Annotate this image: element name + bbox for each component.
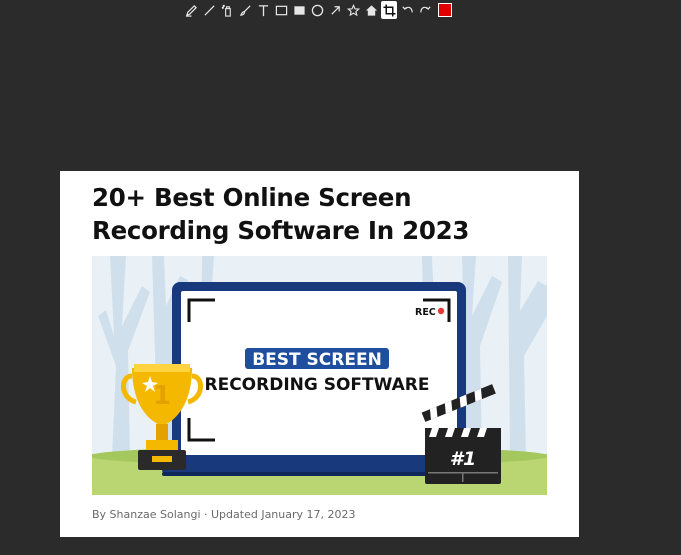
- rectangle-filled-icon: [293, 5, 305, 15]
- circle-tool[interactable]: [309, 1, 325, 19]
- line-icon: [203, 4, 215, 16]
- line-tool[interactable]: [201, 1, 217, 19]
- article-meta: By Shanzae Solangi · Updated January 17,…: [92, 508, 356, 521]
- undo-tool[interactable]: [399, 1, 415, 19]
- clapper-label: #1: [450, 448, 476, 470]
- article-hero-image[interactable]: REC BEST SCREEN RECORDING SOFTWARE 1 #1: [92, 256, 547, 495]
- rectangle-outline-icon: [275, 5, 287, 15]
- text-icon: [258, 4, 268, 16]
- redo-icon: [419, 5, 431, 12]
- home-icon: [365, 4, 377, 16]
- article-title[interactable]: 20+ Best Online Screen Recording Softwar…: [92, 181, 552, 247]
- headline-line2: RECORDING SOFTWARE: [204, 375, 429, 395]
- text-tool[interactable]: [255, 1, 271, 19]
- color-picker-swatch[interactable]: [438, 3, 452, 17]
- star-tool[interactable]: [345, 1, 361, 19]
- star-icon: [346, 3, 360, 16]
- home-tool[interactable]: [363, 1, 379, 19]
- rec-dot: [437, 307, 445, 315]
- spray-tool[interactable]: [219, 1, 235, 19]
- rec-label: REC: [415, 307, 436, 318]
- spray-icon: [221, 4, 231, 17]
- crop-icon: [382, 3, 396, 17]
- circle-icon: [311, 4, 323, 16]
- arrow-icon: [330, 5, 340, 15]
- marker-icon: [185, 4, 197, 17]
- redo-tool[interactable]: [417, 1, 433, 19]
- marker-tool[interactable]: [183, 1, 199, 19]
- crop-tool[interactable]: [381, 1, 397, 19]
- undo-icon: [401, 5, 413, 12]
- trophy-number: 1: [153, 381, 171, 411]
- rectangle-outline-tool[interactable]: [273, 1, 289, 19]
- annotation-toolbar: [183, 0, 452, 20]
- brush-icon: [239, 4, 251, 16]
- headline-line1: BEST SCREEN: [252, 350, 382, 370]
- article-card: 20+ Best Online Screen Recording Softwar…: [60, 171, 579, 537]
- brush-tool[interactable]: [237, 1, 253, 19]
- arrow-tool[interactable]: [327, 1, 343, 19]
- rectangle-filled-tool[interactable]: [291, 1, 307, 19]
- hero-illustration: REC BEST SCREEN RECORDING SOFTWARE 1 #1: [92, 256, 547, 495]
